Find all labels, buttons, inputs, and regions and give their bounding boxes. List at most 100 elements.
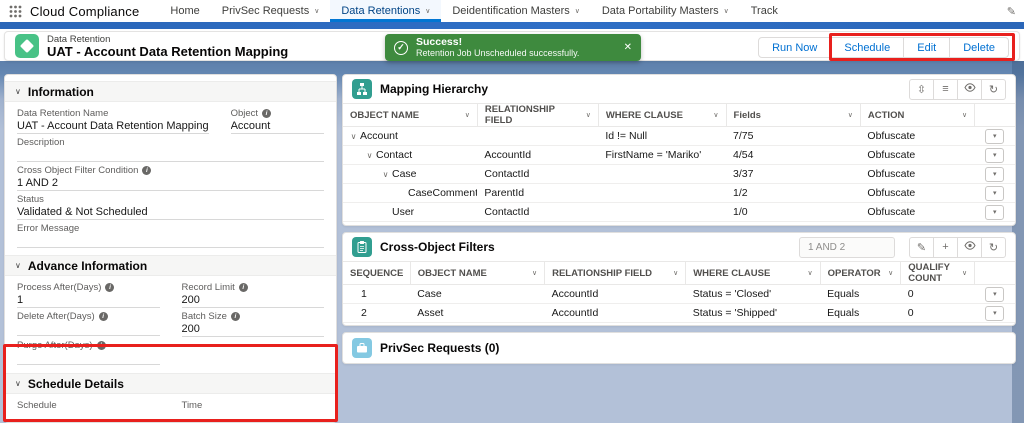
close-icon[interactable]: ✕ [624,42,632,53]
chevron-down-icon[interactable]: ∨ [465,111,470,119]
info-icon[interactable]: i [231,312,240,321]
chevron-down-icon: ∨ [314,7,319,15]
field-value: 1 [17,293,160,308]
field-value: 200 [182,322,325,337]
tab-deidentification-masters[interactable]: Deidentification Masters∨ [441,0,591,22]
field-status: Status Validated & Not Scheduled [17,193,324,220]
row-actions-menu-button[interactable]: ▾ [985,287,1004,302]
refresh-button[interactable]: ↻ [981,79,1006,100]
info-icon[interactable]: i [142,166,151,175]
nav-edit-pencil-icon[interactable]: ✎ [1007,5,1016,18]
filters-toolbar: ✎ + ↻ [909,237,1006,258]
column-object-name[interactable]: OBJECT NAME∨ [343,104,477,127]
chevron-down-icon[interactable]: ∨ [962,269,967,277]
collapse-all-button[interactable]: ≡ [933,79,958,100]
tree-chevron-icon[interactable]: ∨ [347,132,360,141]
field-value [17,322,160,336]
app-launcher-icon[interactable] [8,4,22,18]
mapping-hierarchy-table: OBJECT NAME∨ RELATIONSHIP FIELD∨ WHERE C… [343,103,1015,222]
section-advance-information[interactable]: ∨ Advance Information [5,255,336,276]
info-icon[interactable]: i [262,109,271,118]
schedule-button[interactable]: Schedule [830,37,904,58]
chevron-down-icon: ∨ [15,379,21,388]
chevron-down-icon[interactable]: ∨ [888,269,893,277]
chevron-down-icon[interactable]: ∨ [673,269,678,277]
table-row: CaseComment ParentId 1/2 Obfuscate ▾ [343,184,1015,203]
chevron-down-icon[interactable]: ∨ [848,111,853,119]
section-schedule-details[interactable]: ∨ Schedule Details [5,373,336,394]
table-header-row: OBJECT NAME∨ RELATIONSHIP FIELD∨ WHERE C… [343,104,1015,127]
chevron-down-icon[interactable]: ∨ [532,269,537,277]
field-value: 200 [182,293,325,308]
column-where-clause[interactable]: WHERE CLAUSE∨ [686,262,820,285]
column-fields[interactable]: Fields∨ [726,104,860,127]
chevron-down-icon[interactable]: ∨ [962,111,967,119]
chevron-down-icon: ∨ [575,7,580,15]
cross-object-filters-title: Cross-Object Filters [380,240,495,254]
mapping-hierarchy-title: Mapping Hierarchy [380,82,488,96]
run-now-button[interactable]: Run Now [758,37,831,58]
table-row: ∨Account Id != Null 7/75 Obfuscate ▾ [343,127,1015,146]
toggle-visibility-button[interactable] [957,79,982,100]
column-relationship-field[interactable]: RELATIONSHIP FIELD∨ [545,262,686,285]
tree-chevron-icon[interactable]: ∨ [363,151,376,160]
edit-condition-button[interactable]: ✎ [909,237,934,258]
table-row: ∨Contact AccountId FirstName = 'Mariko' … [343,146,1015,165]
column-where-clause[interactable]: WHERE CLAUSE∨ [598,104,726,127]
tab-track[interactable]: Track [740,0,789,22]
tab-home[interactable]: Home [159,0,210,22]
field-cross-object-filter-condition: Cross Object Filter Conditioni 1 AND 2 [17,164,324,191]
row-actions-menu-button[interactable]: ▾ [985,167,1004,182]
advance-fields: Process After(Days)i 1 Record Limiti 200… [5,276,336,369]
field-value: 1 AND 2 [17,176,324,191]
row-actions-menu-button[interactable]: ▾ [985,148,1004,163]
add-filter-button[interactable]: + [933,237,958,258]
refresh-button[interactable]: ↻ [981,237,1006,258]
column-action[interactable]: ACTION∨ [860,104,974,127]
edit-button[interactable]: Edit [903,37,950,58]
toast-message: Retention Job Unscheduled successfully. [416,48,579,58]
row-actions-menu-button[interactable]: ▾ [985,306,1004,321]
table-row: 1 Case AccountId Status = 'Closed' Equal… [343,285,1015,304]
information-fields: Data Retention Name UAT - Account Data R… [5,102,336,252]
delete-button[interactable]: Delete [949,37,1009,58]
toggle-visibility-button[interactable] [957,237,982,258]
tree-chevron-icon[interactable]: ∨ [379,170,392,179]
column-qualify-count[interactable]: QUALIFY COUNT∨ [901,262,975,285]
chevron-down-icon: ∨ [724,7,729,15]
filter-condition-field[interactable]: 1 AND 2 [799,237,895,258]
chevron-down-icon[interactable]: ∨ [586,111,591,119]
tab-data-retentions[interactable]: Data Retentions∨ [330,0,441,22]
global-nav: Cloud Compliance Home PrivSec Requests∨ … [0,0,1024,22]
expand-all-button: ⇳ [909,79,934,100]
column-operator[interactable]: OPERATOR∨ [820,262,901,285]
table-row: 2 Asset AccountId Status = 'Shipped' Equ… [343,304,1015,323]
collapse-all-icon: ≡ [942,83,948,95]
chevron-down-icon: ▾ [993,151,997,159]
column-row-actions [975,104,1015,127]
expand-all-icon: ⇳ [917,83,926,96]
chevron-down-icon[interactable]: ∨ [808,269,813,277]
chevron-down-icon: ▾ [993,189,997,197]
table-row: User ContactId 1/0 Obfuscate ▾ [343,203,1015,222]
chevron-down-icon[interactable]: ∨ [713,111,718,119]
field-batch-size: Batch Sizei 200 [182,310,325,337]
info-icon[interactable]: i [239,283,248,292]
column-object-name[interactable]: OBJECT NAME∨ [410,262,544,285]
entity-label: Data Retention [47,34,288,45]
info-icon[interactable]: i [97,341,106,350]
field-description: Description [17,136,324,162]
column-relationship-field[interactable]: RELATIONSHIP FIELD∨ [477,104,598,127]
row-actions-menu-button[interactable]: ▾ [985,205,1004,220]
tab-data-portability-masters[interactable]: Data Portability Masters∨ [591,0,740,22]
column-sequence[interactable]: SEQUENCE∨ [343,262,410,285]
info-icon[interactable]: i [99,312,108,321]
tab-privsec-requests[interactable]: PrivSec Requests∨ [211,0,331,22]
cross-object-filters-table: SEQUENCE∨ OBJECT NAME∨ RELATIONSHIP FIEL… [343,261,1015,323]
info-icon[interactable]: i [105,283,114,292]
row-actions-menu-button[interactable]: ▾ [985,186,1004,201]
row-actions-menu-button[interactable]: ▾ [985,129,1004,144]
privsec-requests-card: PrivSec Requests (0) [342,332,1016,364]
section-information[interactable]: ∨ Information [5,81,336,102]
privsec-requests-title[interactable]: PrivSec Requests (0) [380,341,499,355]
